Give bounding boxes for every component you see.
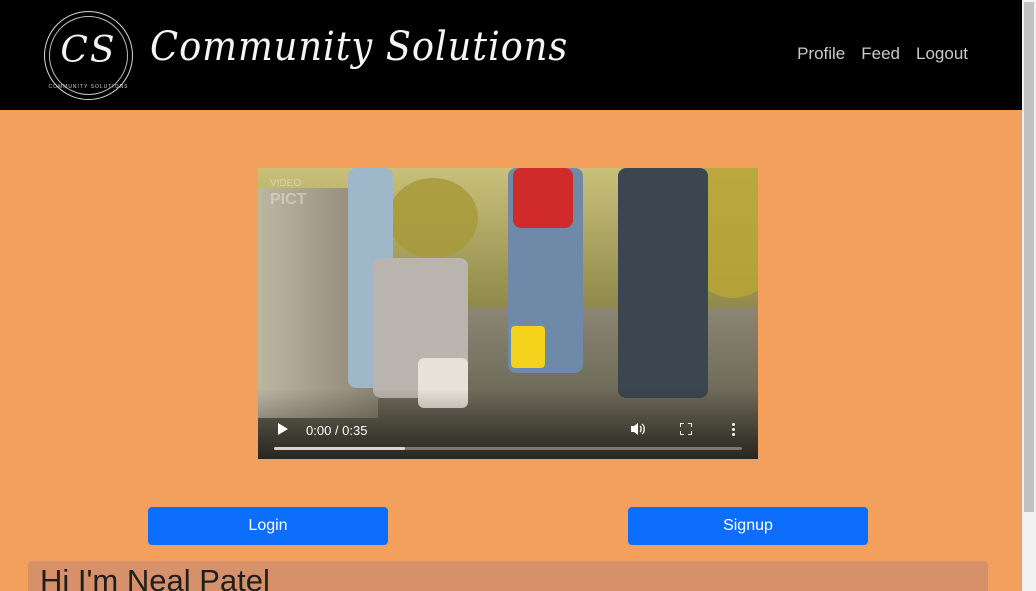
video-progress-bar[interactable] xyxy=(274,447,742,450)
intro-heading: Hi I'm Neal Patel xyxy=(40,563,270,591)
nav-profile[interactable]: Profile xyxy=(797,44,845,64)
video-frame-tree xyxy=(388,178,478,258)
video-controls: 0:00 / 0:35 xyxy=(258,389,758,459)
logo[interactable]: CS COMMUNITY SOLUTIONS xyxy=(44,11,133,100)
video-frame-bag xyxy=(511,326,545,368)
page-scrollbar[interactable] xyxy=(1022,0,1036,591)
video-progress-buffered xyxy=(274,447,406,450)
scrollbar-thumb[interactable] xyxy=(1024,2,1034,512)
main-nav: Profile Feed Logout xyxy=(797,44,968,64)
more-options-icon[interactable] xyxy=(732,423,736,437)
nav-logout[interactable]: Logout xyxy=(916,44,968,64)
video-player[interactable]: VIDEO PICT 0:00 / 0:35 xyxy=(258,168,758,459)
logo-small-text: COMMUNITY SOLUTIONS xyxy=(48,84,129,90)
signup-button[interactable]: Signup xyxy=(628,507,868,545)
video-watermark: VIDEO PICT xyxy=(270,178,307,208)
login-button[interactable]: Login xyxy=(148,507,388,545)
site-header: CS COMMUNITY SOLUTIONS Community Solutio… xyxy=(0,0,1022,110)
video-frame-vest xyxy=(513,168,573,228)
brand-name[interactable]: Community Solutions xyxy=(150,24,568,70)
play-icon[interactable] xyxy=(278,423,288,435)
nav-feed[interactable]: Feed xyxy=(861,44,900,64)
fullscreen-icon[interactable] xyxy=(680,423,692,435)
video-time: 0:00 / 0:35 xyxy=(306,423,368,438)
volume-icon[interactable] xyxy=(630,422,646,436)
intro-card: Hi I'm Neal Patel xyxy=(28,561,988,591)
video-frame-person xyxy=(618,168,708,398)
logo-monogram: CS xyxy=(60,30,117,71)
